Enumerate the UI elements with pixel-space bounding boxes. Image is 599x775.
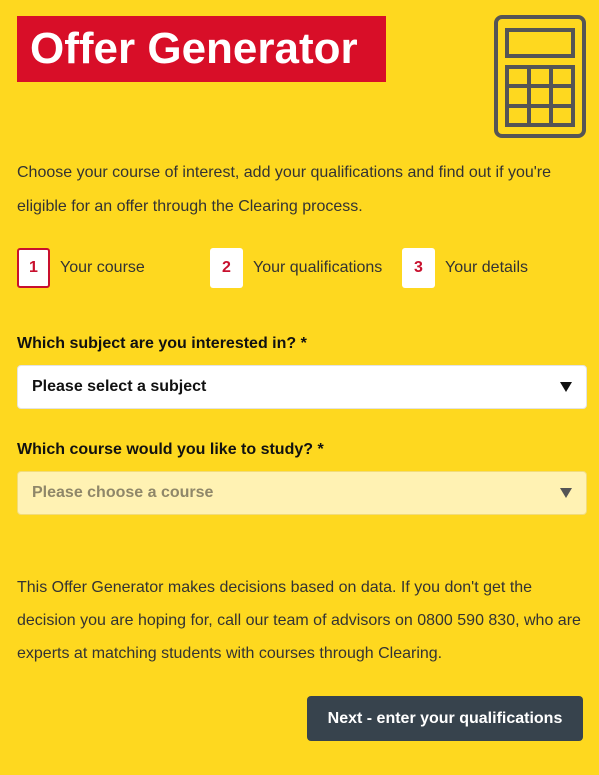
intro-text: Choose your course of interest, add your… [17, 164, 552, 215]
course-select[interactable]: Please choose a course [17, 471, 587, 515]
step-label: Your course [60, 259, 145, 276]
chevron-down-icon [560, 488, 572, 498]
step-your-details[interactable]: 3 Your details [402, 247, 528, 289]
page-title: Offer Generator [17, 16, 386, 82]
subject-select[interactable]: Please select a subject [17, 365, 587, 409]
course-select-value: Please choose a course [32, 484, 214, 501]
step-number: 2 [210, 248, 243, 288]
next-button[interactable]: Next - enter your qualifications [307, 696, 583, 741]
calculator-icon [494, 15, 586, 138]
step-number: 1 [17, 248, 50, 288]
step-label: Your qualifications [253, 259, 383, 276]
step-your-course[interactable]: 1 Your course [17, 247, 145, 289]
subject-label: Which subject are you interested in? * [17, 335, 307, 352]
step-your-qualifications[interactable]: 2 Your qualifications [210, 247, 382, 289]
progress-steps: 1 Your course 2 Your qualifications 3 Yo… [17, 247, 587, 289]
step-label: Your details [445, 259, 529, 276]
chevron-down-icon [560, 382, 572, 392]
course-label: Which course would you like to study? * [17, 441, 324, 458]
subject-select-value: Please select a subject [32, 378, 207, 395]
disclaimer-text: This Offer Generator makes decisions bas… [17, 579, 581, 662]
step-number: 3 [402, 248, 435, 288]
